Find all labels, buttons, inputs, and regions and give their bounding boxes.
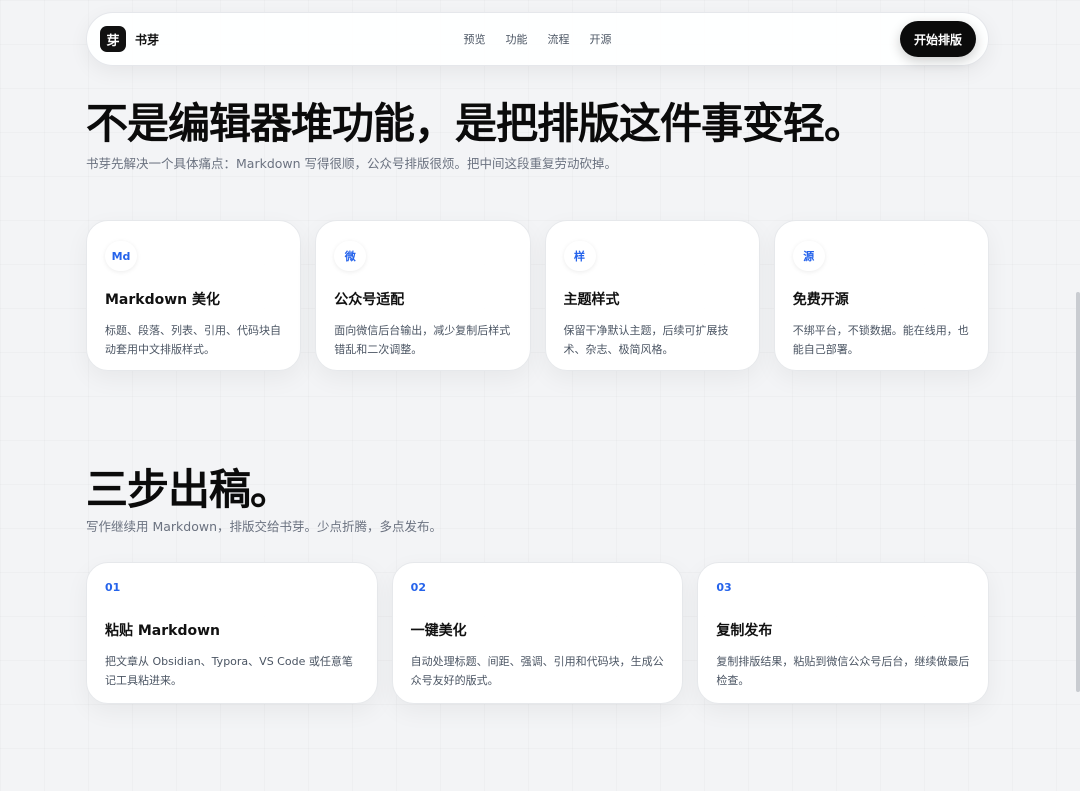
step-desc: 把文章从 Obsidian、Typora、VS Code 或任意笔记工具粘进来。 <box>105 655 353 687</box>
step-number: 01 <box>105 581 121 594</box>
nav-links: 预览 功能 流程 开源 <box>464 31 612 47</box>
wechat-badge-icon: 微 <box>334 241 367 271</box>
feature-desc: 标题、段落、列表、引用、代码块自动套用中文排版样式。 <box>105 324 281 356</box>
nav-link-workflow[interactable]: 流程 <box>548 31 570 47</box>
feature-title: 公众号适配 <box>334 292 405 308</box>
feature-card-opensource: 源 免费开源 不绑平台，不锁数据。能在线用，也能自己部署。 <box>773 220 989 371</box>
workflow-title: 三步出稿。 <box>86 465 292 514</box>
feature-desc: 面向微信后台输出，减少复制后样式错乱和二次调整。 <box>334 324 511 356</box>
feature-card-themes: 样 主题样式 保留干净默认主题，后续可扩展技术、杂志、极简风格。 <box>544 220 760 371</box>
nav-link-opensource[interactable]: 开源 <box>590 31 612 47</box>
nav-link-features[interactable]: 功能 <box>506 31 528 47</box>
step-card-paste: 01 粘贴 Markdown 把文章从 Obsidian、Typora、VS C… <box>86 562 378 704</box>
top-nav: 芽 书芽 预览 功能 流程 开源 开始排版 <box>86 12 989 66</box>
step-title: 复制发布 <box>716 623 773 639</box>
start-typesetting-button[interactable]: 开始排版 <box>899 21 976 57</box>
hero-subtitle: 书芽先解决一个具体痛点：Markdown 写得很顺，公众号排版很烦。把中间这段重… <box>86 156 618 171</box>
page: 芽 书芽 预览 功能 流程 开源 开始排版 不是编辑器堆功能，是把排版这件事变轻… <box>0 0 1080 791</box>
opensource-badge-icon: 源 <box>792 241 825 271</box>
hero-title: 不是编辑器堆功能，是把排版这件事变轻。 <box>86 99 866 148</box>
feature-title: 免费开源 <box>792 292 849 308</box>
step-title: 粘贴 Markdown <box>105 623 221 639</box>
step-number: 03 <box>716 581 732 594</box>
feature-desc: 不绑平台，不锁数据。能在线用，也能自己部署。 <box>792 324 969 356</box>
theme-badge-icon: 样 <box>563 241 596 271</box>
brand[interactable]: 芽 书芽 <box>100 26 159 52</box>
feature-title: Markdown 美化 <box>105 292 221 308</box>
feature-card-wechat: 微 公众号适配 面向微信后台输出，减少复制后样式错乱和二次调整。 <box>315 220 531 371</box>
step-desc: 自动处理标题、间距、强调、引用和代码块，生成公众号友好的版式。 <box>410 655 664 687</box>
step-title: 一键美化 <box>410 623 467 639</box>
step-card-publish: 03 复制发布 复制排版结果，粘贴到微信公众号后台，继续做最后检查。 <box>697 562 990 704</box>
brand-logo-icon: 芽 <box>100 26 126 52</box>
feature-card-markdown: Md Markdown 美化 标题、段落、列表、引用、代码块自动套用中文排版样式… <box>86 220 302 371</box>
feature-title: 主题样式 <box>563 292 620 308</box>
workflow-subtitle: 写作继续用 Markdown，排版交给书芽。少点折腾，多点发布。 <box>86 519 443 534</box>
feature-cards: Md Markdown 美化 标题、段落、列表、引用、代码块自动套用中文排版样式… <box>86 220 989 371</box>
step-card-beautify: 02 一键美化 自动处理标题、间距、强调、引用和代码块，生成公众号友好的版式。 <box>391 562 684 704</box>
nav-link-preview[interactable]: 预览 <box>464 31 486 47</box>
feature-desc: 保留干净默认主题，后续可扩展技术、杂志、极简风格。 <box>563 324 729 356</box>
step-cards: 01 粘贴 Markdown 把文章从 Obsidian、Typora、VS C… <box>86 562 990 704</box>
step-desc: 复制排版结果，粘贴到微信公众号后台，继续做最后检查。 <box>716 655 970 687</box>
markdown-badge-icon: Md <box>105 241 137 271</box>
step-number: 02 <box>410 581 426 594</box>
brand-name: 书芽 <box>135 32 160 47</box>
page-scrollbar[interactable] <box>1076 292 1080 692</box>
